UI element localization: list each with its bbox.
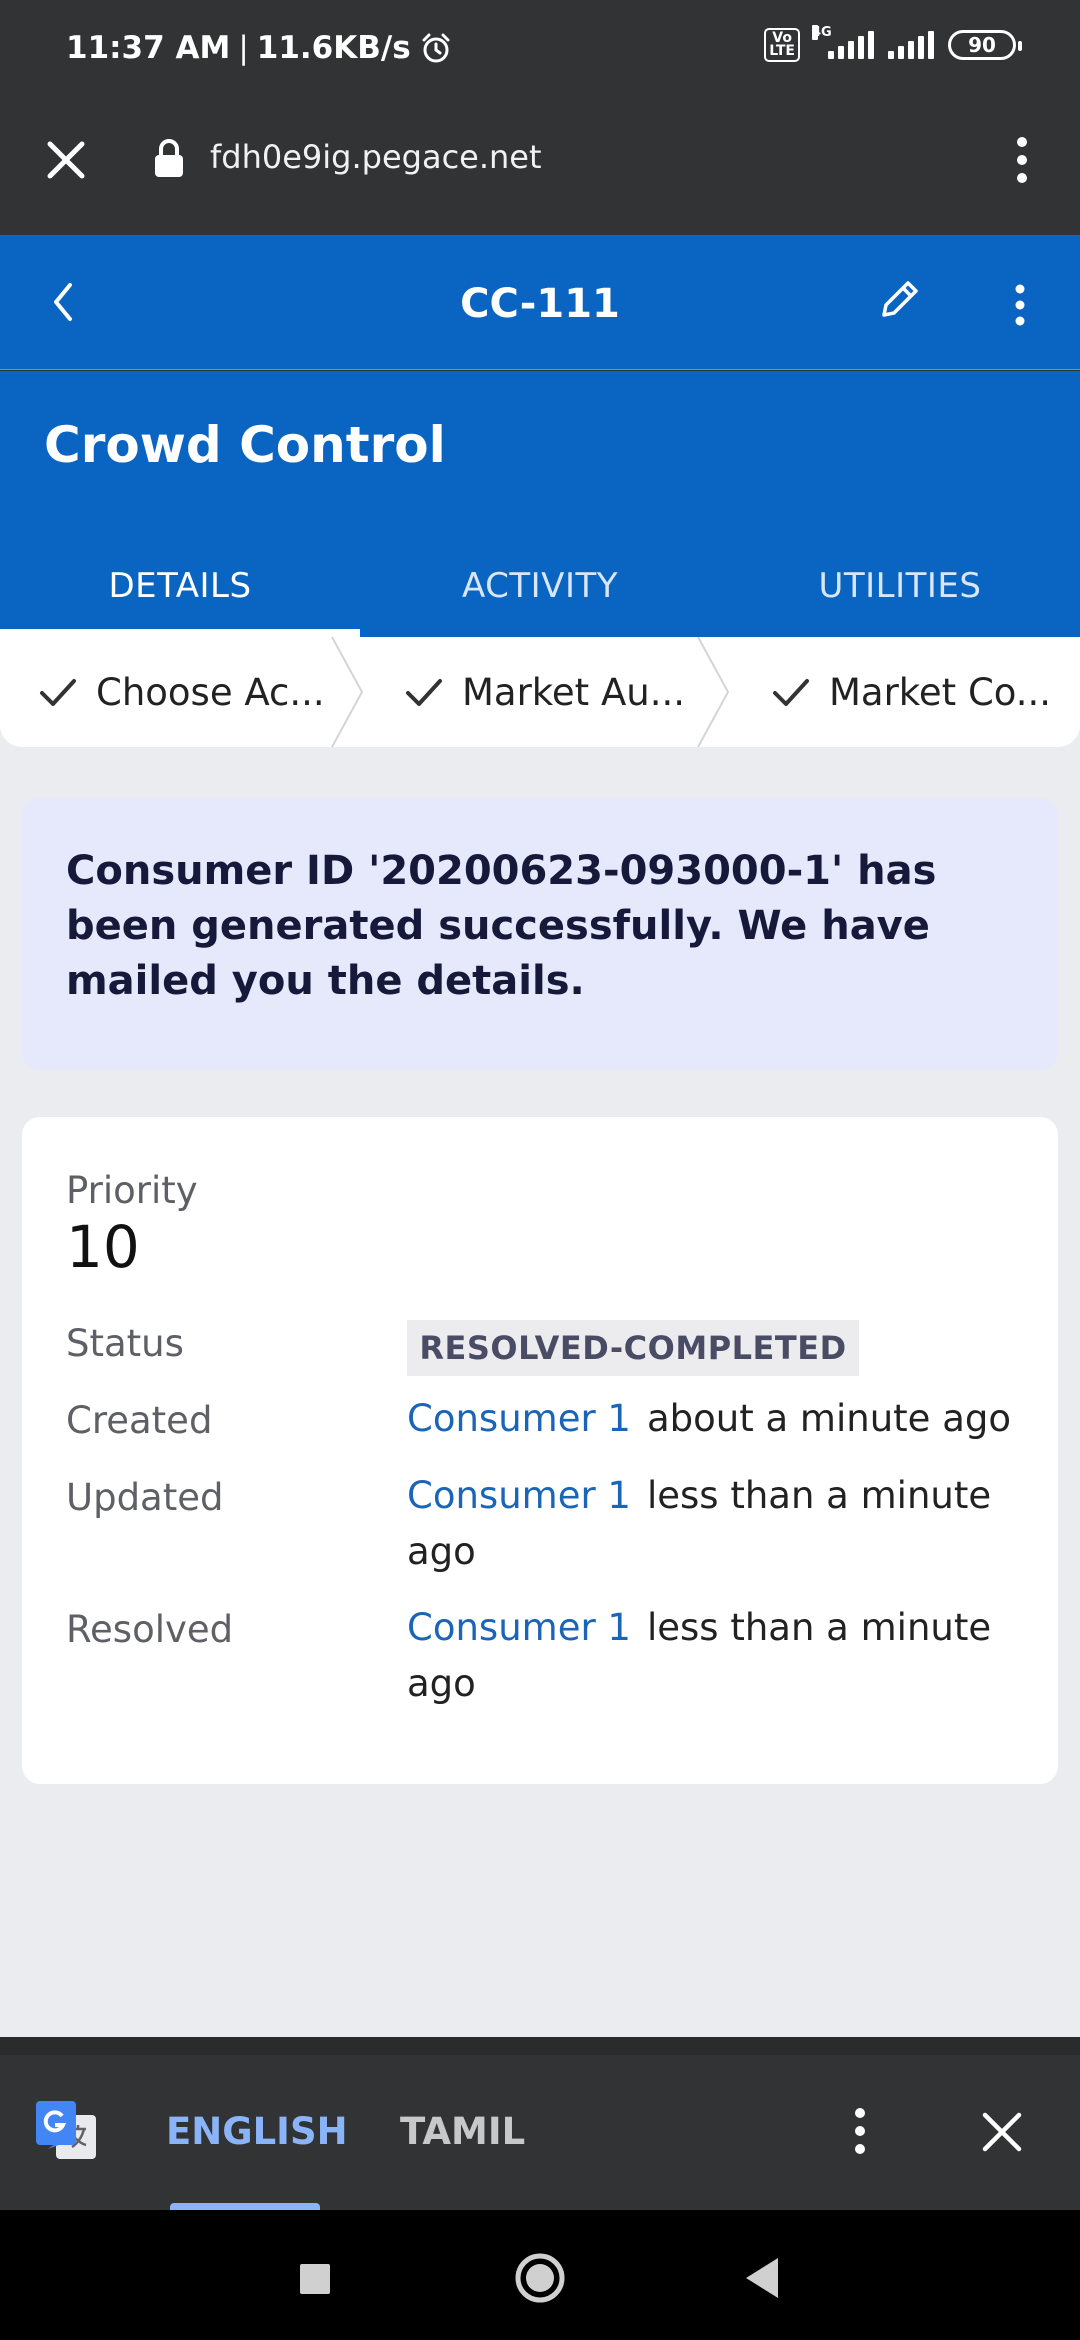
pencil-icon[interactable]	[874, 275, 924, 325]
created-value: Consumer 1 about a minute ago	[407, 1391, 1037, 1447]
lock-icon	[155, 139, 183, 177]
more-vert-icon[interactable]	[1002, 130, 1042, 190]
more-vert-icon[interactable]	[840, 2101, 880, 2161]
check-icon	[40, 679, 76, 706]
url-bar[interactable]: fdh0e9ig.pegace.net	[210, 138, 542, 176]
resolved-by-link[interactable]: Consumer 1	[407, 1606, 631, 1649]
status-badge: RESOLVED-COMPLETED	[407, 1320, 859, 1376]
back-icon[interactable]	[736, 2250, 792, 2306]
close-icon[interactable]	[44, 138, 88, 182]
status-bar: 11:37 AM | 11.6KB/s Vo LTE 4G 90	[0, 0, 1080, 100]
more-vert-icon[interactable]	[1000, 275, 1040, 335]
created-label: Created	[66, 1399, 213, 1442]
alert-message: Consumer ID '20200623-093000-1' has been…	[66, 848, 937, 1004]
check-icon	[773, 679, 809, 706]
status-time: 11:37 AM	[66, 30, 231, 66]
updated-value: Consumer 1 less than a minute ago	[407, 1468, 1037, 1580]
status-left: 11:37 AM | 11.6KB/s	[66, 30, 453, 66]
created-by-link[interactable]: Consumer 1	[407, 1397, 631, 1440]
stage-item[interactable]: Market Au...	[404, 637, 685, 747]
stage-item[interactable]: Choose Ac...	[38, 637, 325, 747]
signal-icon-sim1: 4G	[812, 25, 874, 59]
network-type: 4G	[812, 25, 832, 40]
signal-icon-sim2	[888, 31, 934, 59]
updated-label: Updated	[66, 1476, 224, 1519]
google-translate-icon	[36, 2101, 96, 2159]
app-header: CC-111	[0, 235, 1080, 370]
stage-label: Market Co...	[829, 670, 1052, 714]
status-label: Status	[66, 1322, 184, 1365]
tab-utilities[interactable]: UTILITIES	[720, 546, 1080, 637]
recent-apps-icon[interactable]	[286, 2250, 342, 2306]
success-alert: Consumer ID '20200623-093000-1' has been…	[22, 798, 1058, 1070]
volte-icon: Vo LTE	[764, 28, 800, 62]
stage-separator	[331, 637, 364, 747]
tab-details[interactable]: DETAILS	[0, 546, 360, 637]
close-icon[interactable]	[980, 2110, 1024, 2154]
case-details-card: Priority 10 Status RESOLVED-COMPLETED Cr…	[22, 1117, 1058, 1784]
status-separator: |	[238, 30, 249, 66]
stage-item[interactable]: Market Co...	[771, 637, 1051, 747]
created-time: about a minute ago	[646, 1397, 1011, 1440]
priority-label: Priority	[66, 1169, 198, 1212]
resolved-label: Resolved	[66, 1608, 234, 1651]
lang-tamil[interactable]: TAMIL	[400, 2110, 525, 2153]
translate-bar: ENGLISH TAMIL	[0, 2037, 1080, 2211]
case-title-area: Crowd Control DETAILS ACTIVITY UTILITIES	[0, 371, 1080, 637]
battery-icon: 90	[948, 30, 1022, 60]
tab-activity[interactable]: ACTIVITY	[360, 546, 720, 637]
tab-bar: DETAILS ACTIVITY UTILITIES	[0, 546, 1080, 637]
home-icon[interactable]	[512, 2250, 568, 2306]
case-title: Crowd Control	[44, 416, 446, 474]
updated-by-link[interactable]: Consumer 1	[407, 1474, 631, 1517]
stage-label: Market Au...	[462, 670, 685, 714]
system-nav-bar	[0, 2210, 1080, 2340]
alarm-icon	[422, 33, 450, 63]
browser-toolbar: fdh0e9ig.pegace.net	[0, 100, 1080, 235]
stage-progress: Choose Ac... Market Au... Market Co...	[0, 637, 1080, 747]
stage-separator	[697, 637, 730, 747]
lang-english[interactable]: ENGLISH	[166, 2110, 348, 2153]
resolved-value: Consumer 1 less than a minute ago	[407, 1600, 1037, 1712]
status-right: Vo LTE 4G 90	[764, 25, 1022, 62]
main-content: Choose Ac... Market Au... Market Co... C…	[0, 637, 1080, 2037]
priority-value: 10	[66, 1213, 140, 1281]
stage-label: Choose Ac...	[96, 670, 325, 714]
status-speed: 11.6KB/s	[256, 30, 411, 66]
check-icon	[406, 679, 442, 706]
battery-level: 90	[968, 33, 996, 57]
